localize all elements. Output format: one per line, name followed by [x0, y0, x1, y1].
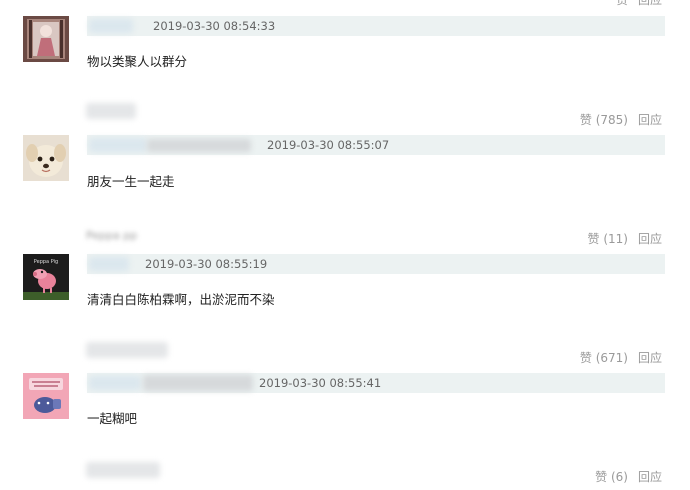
- comment-text: 清清白白陈柏霖啊，出淤泥而不染: [87, 292, 275, 307]
- comment-actions: 赞 (6) 回应: [595, 470, 662, 484]
- blurred-nickname: [86, 462, 160, 478]
- blurred-username: [89, 138, 147, 152]
- peppa-pig-avatar-icon: Peppa Pig: [23, 254, 69, 300]
- blurred-username: [89, 19, 133, 33]
- comment-text: 物以类聚人以群分: [87, 54, 188, 69]
- blurred-nickname: [86, 103, 136, 119]
- reply-button[interactable]: 回应: [638, 232, 662, 246]
- comment-meta-bar: 2019-03-30 08:55:41: [87, 373, 665, 393]
- comment-meta-bar: 2019-03-30 08:55:19: [87, 254, 665, 274]
- doll-photo-avatar-icon: [23, 16, 69, 62]
- like-button[interactable]: 赞: [616, 0, 628, 7]
- pink-cartoon-avatar-icon: [23, 373, 69, 419]
- like-button[interactable]: 赞 (671): [580, 351, 628, 365]
- comment-timestamp: 2019-03-30 08:55:41: [259, 376, 382, 390]
- blurred-nickname: Peppa pp: [86, 229, 138, 242]
- blurred-nickname: [86, 342, 168, 358]
- comment-meta-bar: 2019-03-30 08:55:07: [87, 135, 665, 155]
- avatar[interactable]: [23, 16, 69, 62]
- comment-timestamp: 2019-03-30 08:55:19: [145, 257, 268, 271]
- reply-button[interactable]: 回应: [638, 113, 662, 127]
- puppy-avatar-icon: [23, 135, 69, 181]
- comment-actions: 赞 (11) 回应: [588, 232, 663, 246]
- blurred-username: [89, 257, 129, 271]
- like-button[interactable]: 赞 (785): [580, 113, 628, 127]
- avatar[interactable]: Peppa Pig: [23, 254, 69, 300]
- reply-button[interactable]: 回应: [638, 351, 662, 365]
- avatar-caption: Peppa Pig: [34, 259, 58, 265]
- reply-button[interactable]: 回应: [638, 0, 662, 7]
- blurred-username: [89, 376, 141, 390]
- like-button[interactable]: 赞 (11): [588, 232, 628, 246]
- comment-meta-bar: 2019-03-30 08:54:33: [87, 16, 665, 36]
- comment-actions: 赞 (785) 回应: [580, 113, 662, 127]
- reply-button[interactable]: 回应: [638, 470, 662, 484]
- prev-comment-actions: 赞 回应: [616, 0, 662, 7]
- comment-timestamp: 2019-03-30 08:55:07: [267, 138, 390, 152]
- blurred-username: [147, 139, 251, 152]
- comment-text: 一起糊吧: [87, 411, 138, 426]
- comment-text: 朋友一生一起走: [87, 174, 175, 189]
- like-button[interactable]: 赞 (6): [595, 470, 628, 484]
- comment-actions: 赞 (671) 回应: [580, 351, 662, 365]
- avatar[interactable]: [23, 135, 69, 181]
- comment-timestamp: 2019-03-30 08:54:33: [153, 19, 276, 33]
- blurred-username: [143, 375, 253, 391]
- avatar[interactable]: [23, 373, 69, 419]
